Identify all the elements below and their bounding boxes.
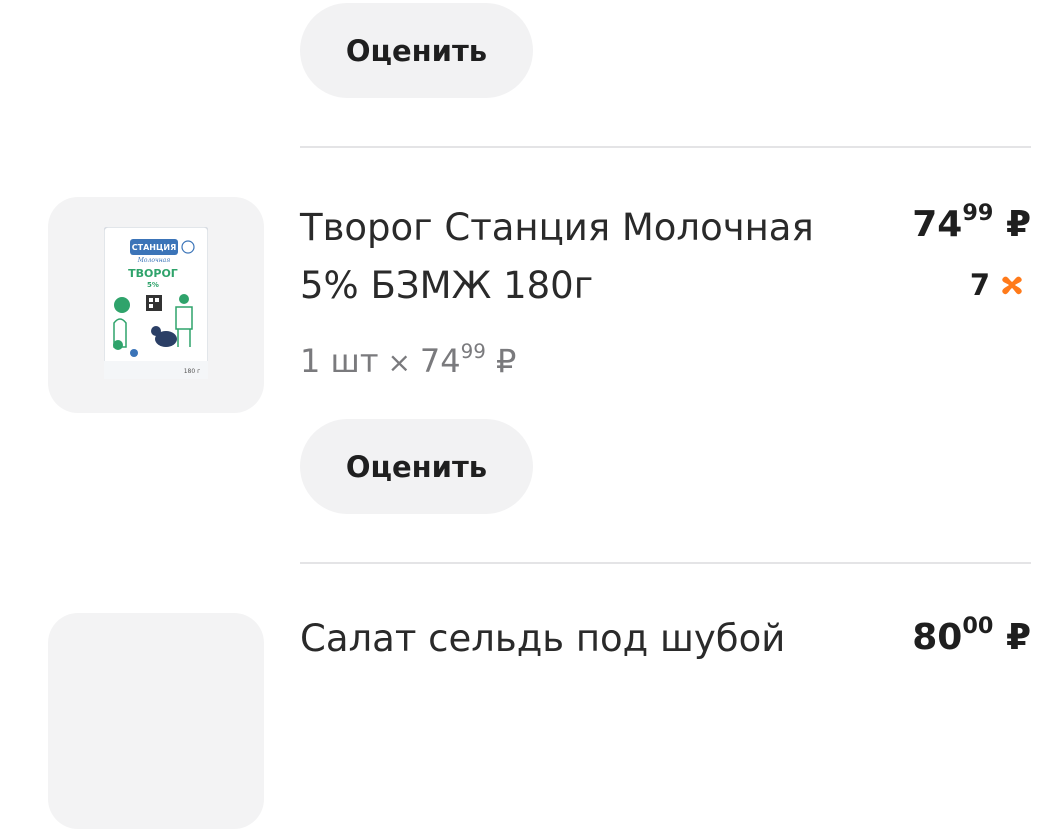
unit-price-fraction: 99: [460, 340, 486, 364]
product-name-line-1: Творог Станция Молочная: [300, 206, 814, 249]
curd-package-image: СТАНЦИЯ Молочная ТВОРОГ 5% 180 г: [104, 227, 208, 379]
unit-price: 7499 ₽: [419, 340, 517, 380]
price-fraction: 00: [962, 613, 994, 640]
price-integer: 80: [912, 617, 963, 658]
rate-button[interactable]: Оценить: [300, 3, 533, 98]
product-image[interactable]: СТАНЦИЯ Молочная ТВОРОГ 5% 180 г: [48, 197, 264, 413]
product-name[interactable]: Салат сельдь под шубой: [300, 610, 880, 668]
pack-fat: 5%: [147, 281, 159, 289]
pack-brand-bottom: Молочная: [137, 257, 170, 264]
pack-product: ТВОРОГ: [128, 267, 178, 280]
currency-sign: ₽: [1005, 204, 1031, 245]
unit-price-integer: 74: [419, 342, 461, 380]
pack-weight: 180 г: [184, 368, 201, 375]
price-fraction: 99: [962, 200, 994, 227]
unit-price-line: 1 шт × 7499 ₽: [300, 340, 517, 380]
product-name[interactable]: Творог Станция Молочная 5% БЗМЖ 180г: [300, 199, 880, 315]
multiply-x-icon: [1002, 276, 1022, 295]
quantity-badge: 7: [970, 268, 1025, 302]
item-price: 8000 ₽: [912, 613, 1031, 662]
product-name-line-2: 5% БЗМЖ 180г: [300, 264, 594, 307]
product-image[interactable]: [48, 613, 264, 829]
rate-button[interactable]: Оценить: [300, 419, 533, 514]
unit-count: 1 шт: [300, 342, 379, 380]
unit-currency-sign: ₽: [496, 342, 517, 380]
divider: [300, 146, 1031, 148]
quantity-value: 7: [969, 268, 990, 302]
item-price: 7499 ₽: [912, 200, 1031, 249]
product-name-line-1: Салат сельдь под шубой: [300, 617, 786, 660]
pack-brand-top: СТАНЦИЯ: [132, 243, 177, 252]
divider: [300, 562, 1031, 564]
multiply-sign: ×: [387, 346, 411, 379]
price-integer: 74: [912, 204, 963, 245]
currency-sign: ₽: [1005, 617, 1031, 658]
